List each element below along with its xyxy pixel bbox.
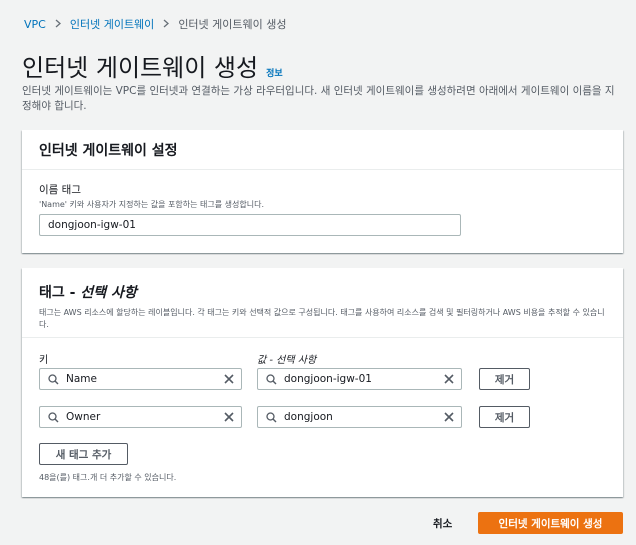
remaining-tags-hint: 48을(를) 태그.개 더 추가할 수 있습니다.	[39, 473, 177, 482]
tag-value-value: dongjoon-igw-01	[284, 373, 372, 385]
chevron-right-icon	[163, 18, 170, 31]
tag-key-value: Name	[66, 373, 97, 385]
search-icon	[258, 373, 284, 385]
tag-key-input[interactable]: Name	[39, 368, 242, 390]
breadcrumb-vpc[interactable]: VPC	[24, 18, 46, 31]
search-icon	[40, 411, 66, 423]
create-gateway-button[interactable]: 인터넷 게이트웨이 생성	[478, 512, 623, 534]
close-icon[interactable]	[437, 412, 461, 422]
tag-key-input[interactable]: Owner	[39, 406, 242, 428]
name-tag-label: 이름 태그	[39, 184, 81, 196]
breadcrumb-internet-gateways[interactable]: 인터넷 게이트웨이	[70, 16, 154, 32]
breadcrumb: VPC 인터넷 게이트웨이 인터넷 게이트웨이 생성	[24, 16, 287, 32]
search-icon	[258, 411, 284, 423]
close-icon[interactable]	[217, 412, 241, 422]
search-icon	[40, 373, 66, 385]
tags-panel: 태그 - 선택 사항 태그는 AWS 리소스에 할당하는 레이블입니다. 각 태…	[22, 268, 623, 497]
page-description: 인터넷 게이트웨이는 VPC를 인터넷과 연결하는 가상 라우터입니다. 새 인…	[22, 85, 615, 112]
tag-value-input[interactable]: dongjoon	[257, 406, 462, 428]
name-tag-value: dongjoon-igw-01	[48, 219, 136, 231]
close-icon[interactable]	[437, 374, 461, 384]
cancel-button[interactable]: 취소	[433, 516, 452, 531]
tags-panel-title: 태그 - 선택 사항	[39, 282, 606, 302]
tag-key-value: Owner	[66, 411, 101, 423]
remove-tag-button[interactable]: 제거	[479, 406, 530, 428]
info-link[interactable]: 정보	[266, 66, 283, 79]
tag-value-input[interactable]: dongjoon-igw-01	[257, 368, 462, 390]
close-icon[interactable]	[217, 374, 241, 384]
tag-value-value: dongjoon	[284, 411, 333, 423]
page-title: 인터넷 게이트웨이 생성	[22, 54, 259, 82]
value-column-header: 값 - 선택 사항	[257, 355, 317, 366]
page-header: 인터넷 게이트웨이 생성 정보	[22, 48, 283, 83]
settings-panel-title: 인터넷 게이트웨이 설정	[39, 142, 178, 159]
breadcrumb-current: 인터넷 게이트웨이 생성	[178, 18, 287, 31]
tags-description: 태그는 AWS 리소스에 할당하는 레이블입니다. 각 태그는 키와 선택적 값…	[39, 308, 605, 329]
name-tag-hint: 'Name' 키와 사용자가 지정하는 값을 포함하는 태그를 생성합니다.	[39, 200, 264, 209]
chevron-right-icon	[55, 18, 61, 31]
gateway-settings-panel: 인터넷 게이트웨이 설정 이름 태그 'Name' 키와 사용자가 지정하는 값…	[22, 130, 623, 253]
panel-header: 인터넷 게이트웨이 설정	[22, 130, 623, 170]
add-tag-button[interactable]: 새 태그 추가	[39, 443, 128, 465]
remove-tag-button[interactable]: 제거	[479, 368, 530, 390]
key-column-header: 키	[39, 355, 49, 366]
tags-panel-header: 태그 - 선택 사항 태그는 AWS 리소스에 할당하는 레이블입니다. 각 태…	[22, 268, 623, 338]
tags-title-optional: 선택 사항	[80, 285, 137, 301]
tags-title-text: 태그 -	[39, 285, 81, 301]
name-tag-input[interactable]: dongjoon-igw-01	[39, 214, 461, 236]
